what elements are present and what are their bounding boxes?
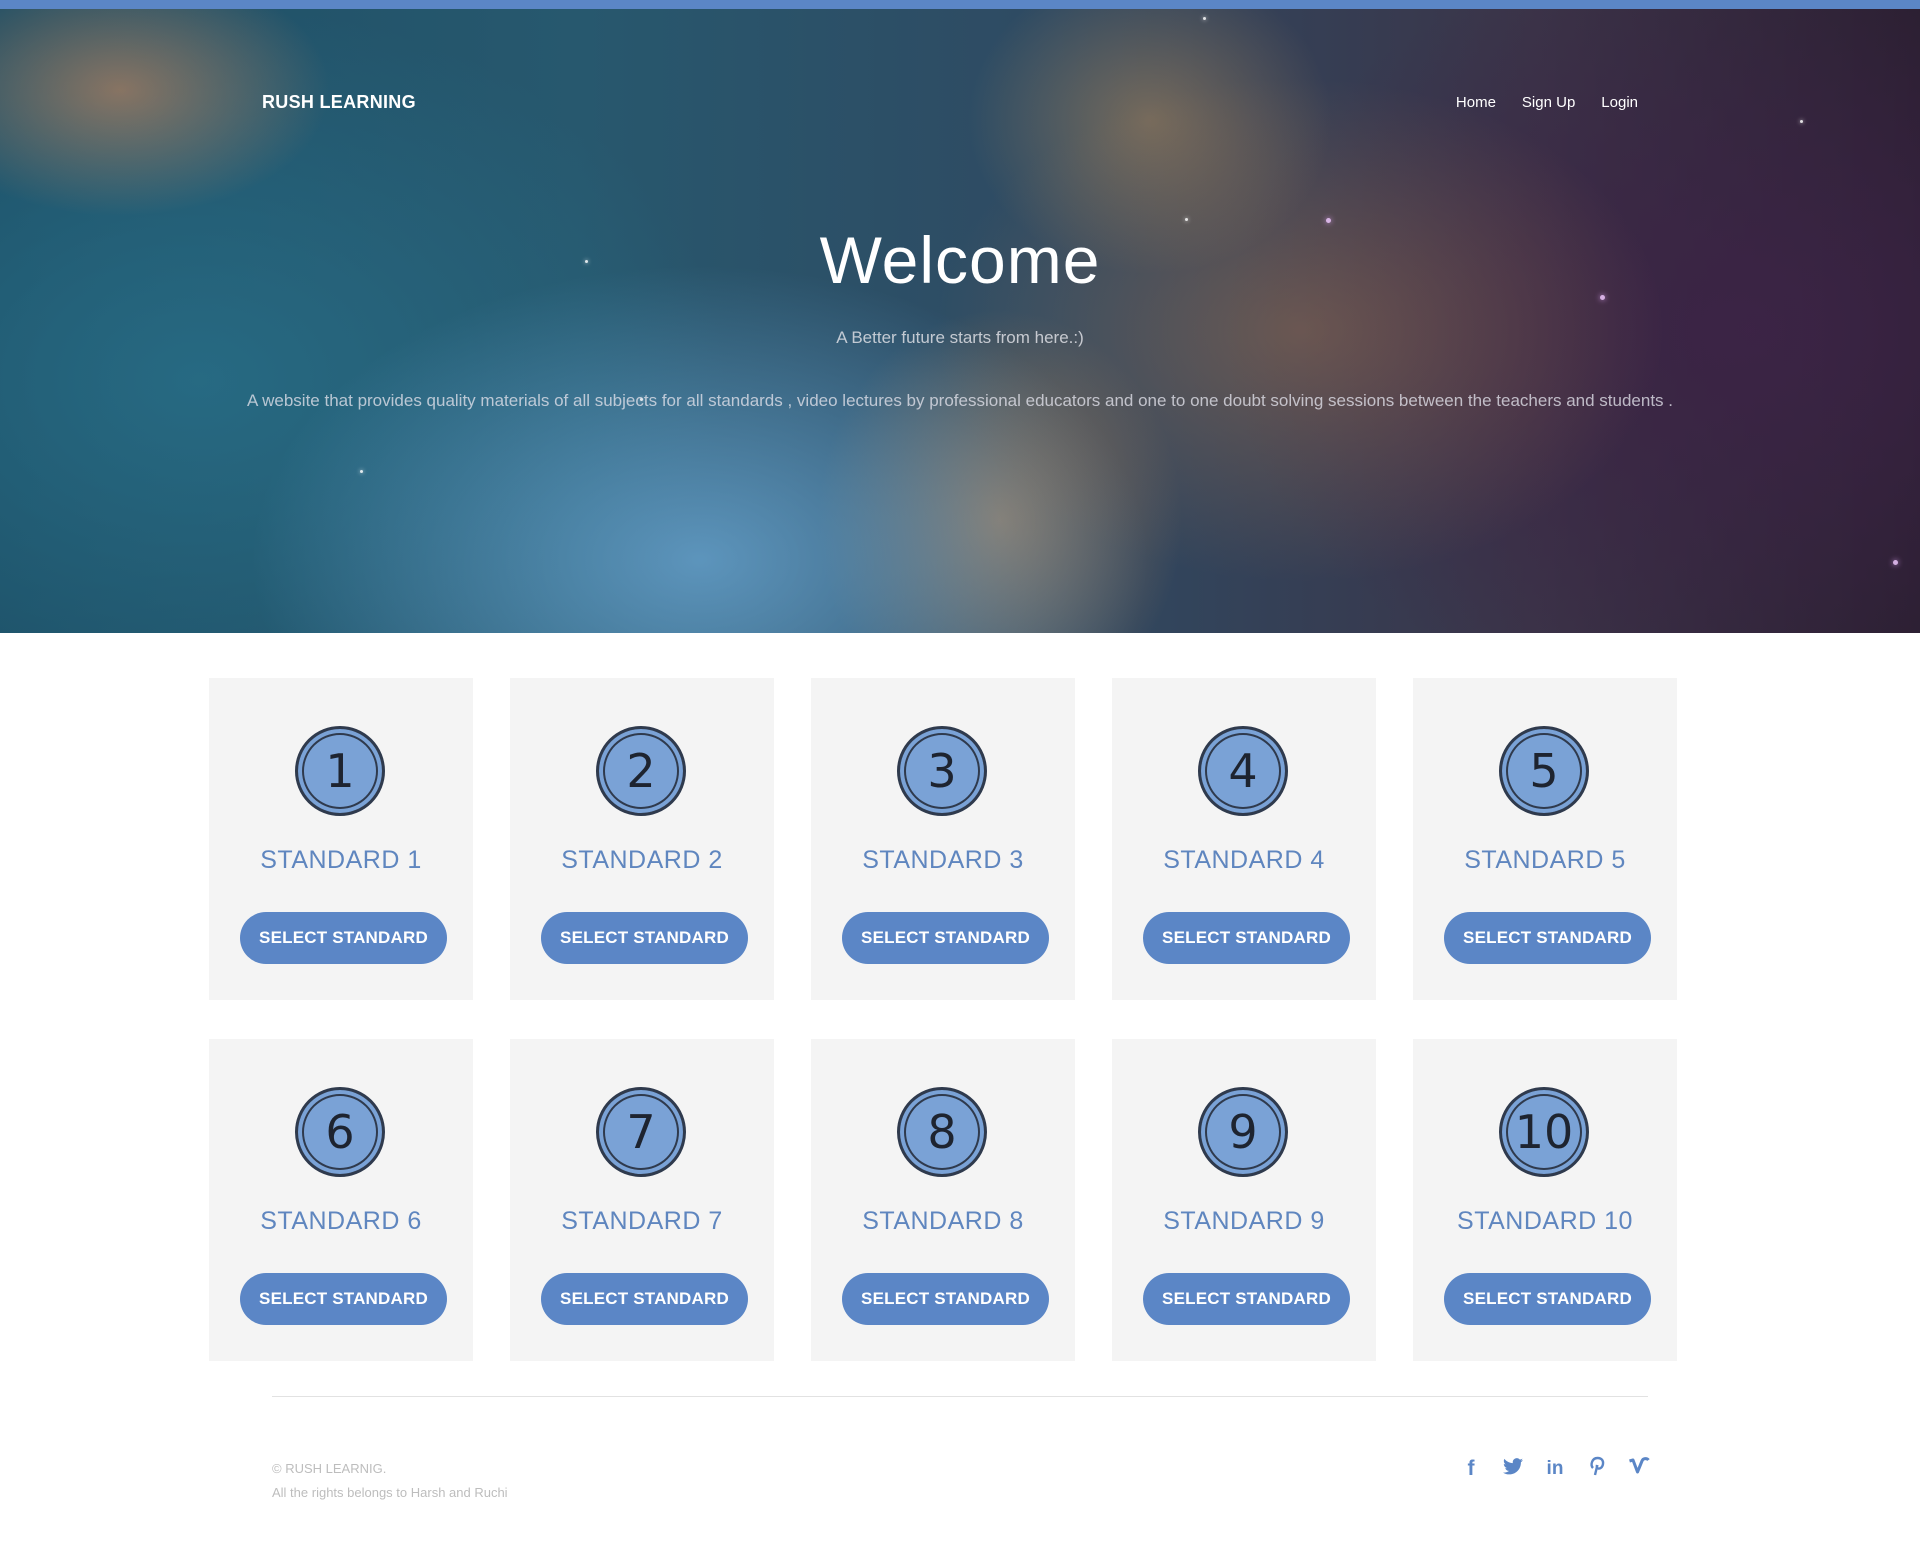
badge-number: 8 — [927, 1105, 957, 1159]
standard-card: 5 STANDARD 5 SELECT STANDARD — [1413, 678, 1677, 1000]
badge-number: 9 — [1228, 1105, 1258, 1159]
standard-card: 7 STANDARD 7 SELECT STANDARD — [510, 1039, 774, 1361]
number-badge-icon: 6 — [295, 1087, 385, 1177]
select-standard-button[interactable]: SELECT STANDARD — [1444, 912, 1651, 964]
standard-title: STANDARD 8 — [862, 1207, 1024, 1235]
standard-title: STANDARD 3 — [862, 846, 1024, 874]
select-standard-button[interactable]: SELECT STANDARD — [1444, 1273, 1651, 1325]
standard-card: 1 STANDARD 1 SELECT STANDARD — [209, 678, 473, 1000]
nav-home-link[interactable]: Home — [1456, 94, 1496, 111]
number-badge-icon: 2 — [596, 726, 686, 816]
standard-card: 6 STANDARD 6 SELECT STANDARD — [209, 1039, 473, 1361]
number-badge-icon: 9 — [1198, 1087, 1288, 1177]
select-standard-button[interactable]: SELECT STANDARD — [842, 1273, 1049, 1325]
twitter-icon[interactable] — [1502, 1457, 1524, 1481]
select-standard-button[interactable]: SELECT STANDARD — [842, 912, 1049, 964]
select-standard-button[interactable]: SELECT STANDARD — [240, 1273, 447, 1325]
standard-card: 2 STANDARD 2 SELECT STANDARD — [510, 678, 774, 1000]
standard-card: 8 STANDARD 8 SELECT STANDARD — [811, 1039, 1075, 1361]
standard-title: STANDARD 2 — [561, 846, 723, 874]
rights-text: All the rights belongs to Harsh and Ruch… — [272, 1485, 508, 1500]
standard-title: STANDARD 7 — [561, 1207, 723, 1235]
standard-title: STANDARD 6 — [260, 1207, 422, 1235]
standard-title: STANDARD 1 — [260, 846, 422, 874]
number-badge-icon: 4 — [1198, 726, 1288, 816]
number-badge-icon: 8 — [897, 1087, 987, 1177]
number-badge-icon: 5 — [1499, 726, 1589, 816]
nav-login-link[interactable]: Login — [1601, 94, 1638, 111]
star-decoration — [1893, 560, 1898, 565]
badge-number: 5 — [1529, 744, 1559, 798]
select-standard-button[interactable]: SELECT STANDARD — [1143, 912, 1350, 964]
standard-title: STANDARD 4 — [1163, 846, 1325, 874]
star-decoration — [1203, 17, 1206, 20]
copyright-text: © RUSH LEARNIG. — [272, 1461, 387, 1476]
nav-signup-link[interactable]: Sign Up — [1522, 94, 1575, 111]
hero-title: Welcome — [819, 223, 1101, 297]
main-nav: Home Sign Up Login — [1456, 94, 1638, 111]
standard-card: 4 STANDARD 4 SELECT STANDARD — [1112, 678, 1376, 1000]
badge-number: 1 — [325, 744, 355, 798]
star-decoration — [360, 470, 363, 473]
select-standard-button[interactable]: SELECT STANDARD — [541, 912, 748, 964]
badge-number: 10 — [1514, 1105, 1574, 1159]
footer-copyright-block: © RUSH LEARNIG. All the rights belongs t… — [272, 1457, 508, 1505]
standard-card: 9 STANDARD 9 SELECT STANDARD — [1112, 1039, 1376, 1361]
badge-number: 2 — [626, 744, 656, 798]
badge-number: 7 — [626, 1105, 656, 1159]
hero-tagline: A Better future starts from here.:) — [836, 328, 1084, 347]
linkedin-icon[interactable]: in — [1544, 1458, 1566, 1480]
pinterest-icon[interactable] — [1586, 1456, 1608, 1482]
standards-grid: 1 STANDARD 1 SELECT STANDARD 2 STANDARD … — [209, 678, 1677, 1361]
standard-card: 3 STANDARD 3 SELECT STANDARD — [811, 678, 1075, 1000]
hero-description: A website that provides quality material… — [247, 391, 1673, 410]
hero-banner: RUSH LEARNING Home Sign Up Login Welcome… — [0, 0, 1920, 633]
select-standard-button[interactable]: SELECT STANDARD — [541, 1273, 748, 1325]
social-links: f in — [1460, 1456, 1650, 1482]
number-badge-icon: 1 — [295, 726, 385, 816]
brand-logo[interactable]: RUSH LEARNING — [262, 92, 416, 113]
badge-number: 3 — [927, 744, 957, 798]
star-decoration — [1185, 218, 1188, 221]
standard-title: STANDARD 10 — [1457, 1207, 1633, 1235]
standard-title: STANDARD 5 — [1464, 846, 1626, 874]
select-standard-button[interactable]: SELECT STANDARD — [1143, 1273, 1350, 1325]
facebook-icon[interactable]: f — [1460, 1457, 1482, 1481]
number-badge-icon: 3 — [897, 726, 987, 816]
footer-divider — [272, 1396, 1648, 1397]
badge-number: 6 — [325, 1105, 355, 1159]
select-standard-button[interactable]: SELECT STANDARD — [240, 912, 447, 964]
standard-title: STANDARD 9 — [1163, 1207, 1325, 1235]
number-badge-icon: 10 — [1499, 1087, 1589, 1177]
number-badge-icon: 7 — [596, 1087, 686, 1177]
badge-number: 4 — [1228, 744, 1258, 798]
star-decoration — [1800, 120, 1803, 123]
vimeo-icon[interactable] — [1628, 1457, 1650, 1481]
top-accent-bar — [0, 0, 1920, 9]
standard-card: 10 STANDARD 10 SELECT STANDARD — [1413, 1039, 1677, 1361]
